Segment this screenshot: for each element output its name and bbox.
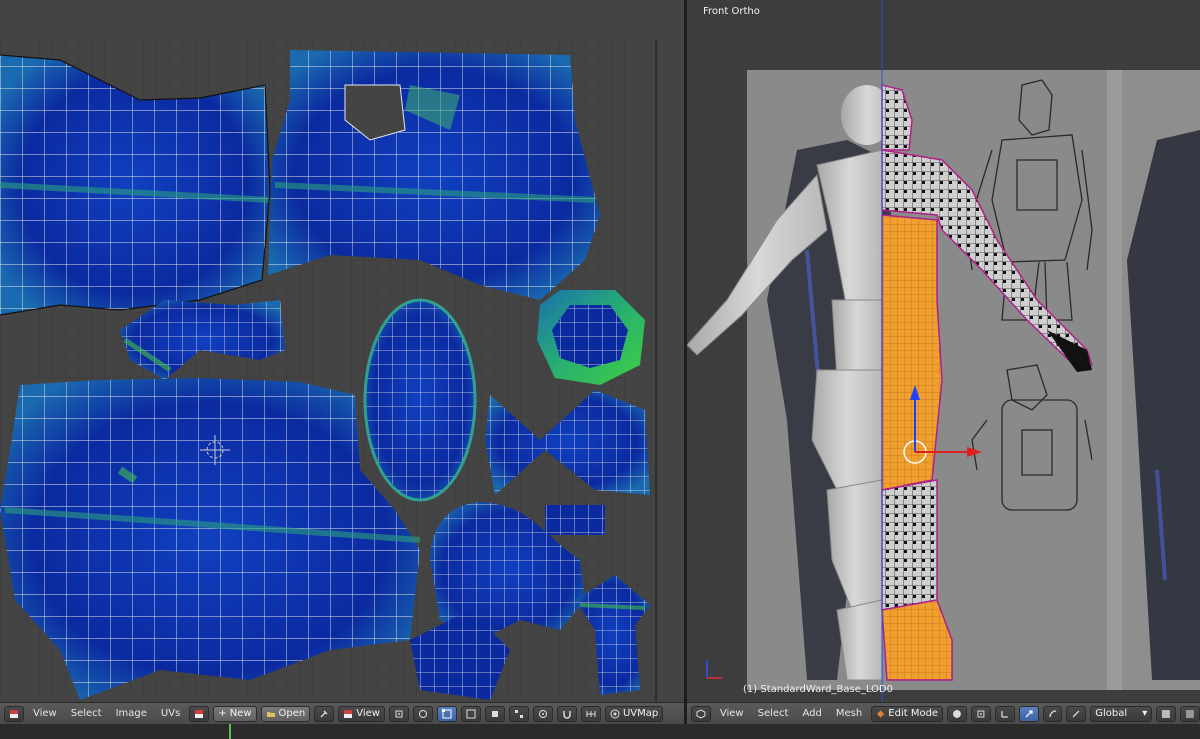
scale-icon xyxy=(1072,710,1080,717)
layer-button-2[interactable] xyxy=(1180,705,1200,722)
vertex-select-button[interactable] xyxy=(436,705,457,722)
menu-select-3d[interactable]: Select xyxy=(753,708,794,719)
sync-icon xyxy=(418,709,427,718)
menu-view-3d[interactable]: View xyxy=(715,708,749,719)
menu-view[interactable]: View xyxy=(28,708,62,719)
uv-island-oval[interactable] xyxy=(363,298,477,502)
rotate-manipulator-button[interactable] xyxy=(1042,705,1063,722)
snap-increment-icon xyxy=(586,710,596,717)
chevron-down-icon: ▾ xyxy=(1142,708,1148,719)
image-view-icon xyxy=(344,709,353,718)
edge-select-button[interactable] xyxy=(460,705,481,722)
folder-icon xyxy=(266,711,275,717)
menu-mesh[interactable]: Mesh xyxy=(831,708,867,719)
layer-icon xyxy=(1162,709,1171,718)
layer-button-1[interactable] xyxy=(1156,705,1177,722)
manipulator-toggle[interactable] xyxy=(994,705,1015,722)
3d-view-header: View Select Add Mesh Edit Mode Global ▾ xyxy=(687,702,1200,724)
island-select-button[interactable] xyxy=(508,705,529,722)
menu-select[interactable]: Select xyxy=(66,708,107,719)
edge-select-icon xyxy=(466,709,476,718)
viewport-canvas[interactable] xyxy=(687,0,1200,702)
manipulator-icon xyxy=(1001,710,1008,718)
scale-manipulator-button[interactable] xyxy=(1066,705,1087,722)
mode-dropdown[interactable]: Edit Mode xyxy=(871,705,944,722)
uvmap-selector[interactable]: UVMap xyxy=(604,705,664,722)
active-object-label: (1) StandardWard_Base_LOD0 xyxy=(743,684,893,695)
island-select-icon xyxy=(514,709,523,718)
uv-canvas[interactable] xyxy=(0,0,684,702)
shading-dropdown[interactable] xyxy=(947,705,967,722)
snap-element-dropdown[interactable] xyxy=(580,705,601,722)
pin-icon xyxy=(320,710,328,717)
uv-island-small-rect[interactable] xyxy=(545,505,605,535)
timeline-frame-cursor[interactable] xyxy=(229,724,231,739)
image-browse-icon xyxy=(195,709,204,718)
rotate-icon xyxy=(1048,709,1056,717)
sync-selection-toggle[interactable] xyxy=(412,705,433,722)
3d-view-icon xyxy=(696,709,706,718)
pivot-icon xyxy=(395,710,403,717)
menu-add[interactable]: Add xyxy=(797,708,826,719)
image-editor-icon xyxy=(10,709,18,718)
pivot-dropdown[interactable] xyxy=(388,705,409,722)
new-image-button[interactable]: + New xyxy=(213,705,257,722)
timeline-strip[interactable] xyxy=(0,724,1200,739)
orientation-dropdown[interactable]: Global ▾ xyxy=(1090,705,1153,722)
3d-viewport[interactable]: Front Ortho (1) StandardWard_Base_LOD0 xyxy=(687,0,1200,702)
face-select-button[interactable] xyxy=(484,705,505,722)
face-select-icon xyxy=(491,710,498,717)
menu-image[interactable]: Image xyxy=(111,708,152,719)
translate-manipulator-button[interactable] xyxy=(1018,705,1039,722)
editor-type-button-3d[interactable] xyxy=(691,705,711,722)
view-name-label: Front Ortho xyxy=(703,6,760,17)
plus-icon: + xyxy=(218,708,227,719)
menu-uvs[interactable]: UVs xyxy=(156,708,185,719)
uv-image-editor[interactable] xyxy=(0,0,684,702)
solid-shading-icon xyxy=(953,709,961,718)
layer-icon xyxy=(1186,709,1194,718)
uv-editor-header: View Select Image UVs + New Open View UV… xyxy=(0,702,684,724)
pivot-point-icon xyxy=(977,710,985,717)
view-mode-dropdown[interactable]: View xyxy=(338,705,385,722)
edit-mode-icon xyxy=(877,709,885,718)
proportional-edit-dropdown[interactable] xyxy=(532,705,553,722)
translate-icon xyxy=(1025,709,1033,717)
proportional-edit-icon xyxy=(538,709,547,718)
image-browse-button[interactable] xyxy=(189,705,210,722)
pin-toggle[interactable] xyxy=(314,705,335,722)
snap-toggle[interactable] xyxy=(556,705,577,722)
open-image-button[interactable]: Open xyxy=(260,705,311,722)
editor-type-button[interactable] xyxy=(4,705,24,722)
vertex-select-icon xyxy=(441,708,452,718)
uv-layer-icon xyxy=(610,709,620,718)
pivot-dropdown-3d[interactable] xyxy=(970,705,991,722)
magnet-icon xyxy=(563,710,571,719)
